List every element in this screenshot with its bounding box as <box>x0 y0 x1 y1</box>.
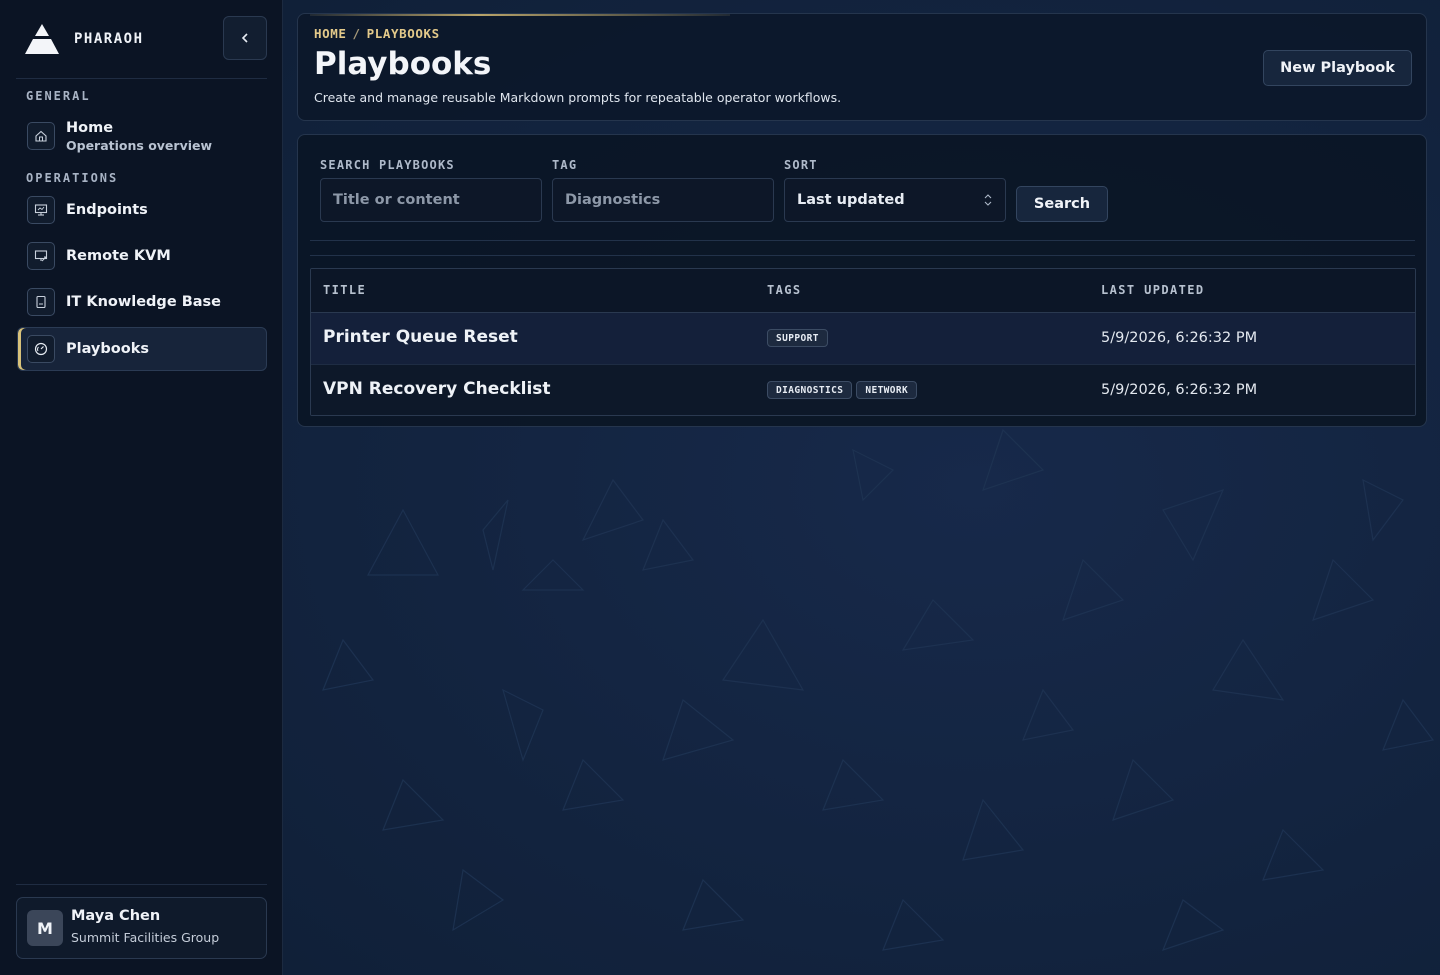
breadcrumb-separator: / <box>352 26 361 41</box>
page-description: Create and manage reusable Markdown prom… <box>314 90 842 105</box>
column-header-tags[interactable]: TAGS <box>767 283 802 297</box>
last-updated: 5/9/2026, 6:26:32 PM <box>1101 382 1258 398</box>
page-header: HOME / PLAYBOOKS Playbooks Create and mana… <box>297 13 1427 121</box>
table-row[interactable]: VPN Recovery Checklist DIAGNOSTICS NETWO… <box>311 365 1415 415</box>
sidebar-divider <box>16 78 267 79</box>
sidebar-item-label: Remote KVM <box>66 248 171 264</box>
search-input[interactable]: Title or content <box>320 178 542 222</box>
sidebar-divider <box>16 884 267 885</box>
sort-select[interactable]: Last updated <box>784 178 1006 222</box>
sidebar-item-label: Home <box>66 119 114 136</box>
last-updated: 5/9/2026, 6:26:32 PM <box>1101 330 1258 346</box>
tag-badge[interactable]: DIAGNOSTICS <box>767 381 853 399</box>
sidebar: PHARAOH GENERAL Home Operations overview… <box>0 0 283 975</box>
table-header: TITLE TAGS LAST UPDATED <box>311 269 1415 313</box>
user-organization: Summit Facilities Group <box>71 929 220 945</box>
page-title: Playbooks <box>314 46 492 82</box>
pyramid-logo-icon <box>25 24 59 54</box>
sidebar-item-endpoints[interactable]: Endpoints <box>17 188 267 232</box>
tag-list: DIAGNOSTICS NETWORK <box>767 381 918 399</box>
search-button[interactable]: Search <box>1016 186 1108 222</box>
sidebar-item-knowledge-base[interactable]: IT Knowledge Base <box>17 280 267 324</box>
book-icon <box>27 288 55 316</box>
table-row[interactable]: Printer Queue Reset SUPPORT 5/9/2026, 6:… <box>311 313 1415 365</box>
avatar: M <box>27 910 63 946</box>
collapse-sidebar-button[interactable] <box>223 16 267 60</box>
sidebar-item-label: IT Knowledge Base <box>66 294 221 310</box>
sort-select-value: Last updated <box>797 192 905 208</box>
brand-name: PHARAOH <box>74 31 144 47</box>
search-label: SEARCH PLAYBOOKS <box>320 158 455 172</box>
breadcrumb: HOME / PLAYBOOKS <box>314 26 440 41</box>
gauge-icon <box>27 335 55 363</box>
user-name: Maya Chen <box>71 907 161 924</box>
tag-label: TAG <box>552 158 578 172</box>
divider <box>310 255 1415 256</box>
playbook-title[interactable]: Printer Queue Reset <box>323 327 518 347</box>
section-label-operations: OPERATIONS <box>26 171 119 185</box>
sidebar-item-home[interactable]: Home Operations overview <box>17 114 267 158</box>
remote-screen-icon <box>27 242 55 270</box>
sidebar-item-sublabel: Operations overview <box>66 137 213 153</box>
user-card[interactable]: M Maya Chen Summit Facilities Group <box>16 897 267 959</box>
sidebar-item-playbooks[interactable]: Playbooks <box>17 327 267 371</box>
sidebar-item-label: Endpoints <box>66 202 148 218</box>
playbooks-table: TITLE TAGS LAST UPDATED Printer Queue Re… <box>310 268 1416 416</box>
monitor-icon <box>27 196 55 224</box>
brand[interactable]: PHARAOH <box>24 22 144 56</box>
tag-list: SUPPORT <box>767 329 828 347</box>
column-header-title[interactable]: TITLE <box>323 283 366 297</box>
breadcrumb-home[interactable]: HOME <box>314 26 347 41</box>
home-icon <box>27 122 55 150</box>
column-header-last-updated[interactable]: LAST UPDATED <box>1101 283 1205 297</box>
chevron-left-icon <box>241 33 248 43</box>
tag-input[interactable]: Diagnostics <box>552 178 774 222</box>
sort-label: SORT <box>784 158 818 172</box>
tag-badge[interactable]: SUPPORT <box>767 329 828 347</box>
tag-badge[interactable]: NETWORK <box>856 381 918 399</box>
playbooks-panel: SEARCH PLAYBOOKS Title or content TAG Di… <box>297 134 1427 427</box>
playbook-title[interactable]: VPN Recovery Checklist <box>323 379 551 399</box>
section-label-general: GENERAL <box>26 89 91 103</box>
select-arrows-icon <box>984 194 992 206</box>
sidebar-item-label: Playbooks <box>66 341 149 357</box>
sidebar-item-remote-kvm[interactable]: Remote KVM <box>17 234 267 278</box>
divider <box>310 240 1415 241</box>
breadcrumb-current: PLAYBOOKS <box>366 26 440 41</box>
new-playbook-button[interactable]: New Playbook <box>1263 50 1412 86</box>
